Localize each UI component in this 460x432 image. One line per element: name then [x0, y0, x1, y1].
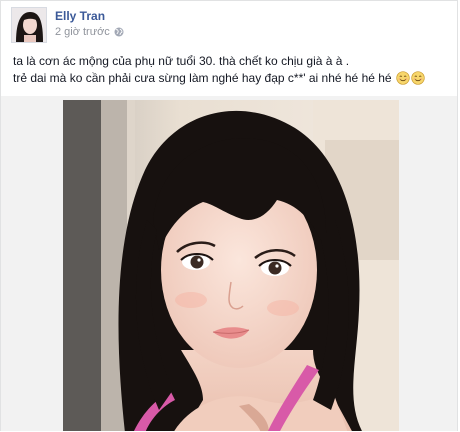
- post-text-line-2-content: trẻ dai mà ko cần phải cưa sừng làm nghé…: [13, 71, 392, 85]
- selfie-photo: [63, 100, 399, 431]
- post-photo-container: [1, 96, 457, 431]
- post-text-line-2: trẻ dai mà ko cần phải cưa sừng làm nghé…: [13, 70, 451, 87]
- smiling-face-icon: [411, 71, 425, 85]
- post-meta: Elly Tran 2 giờ trước: [55, 7, 124, 39]
- post-subline: 2 giờ trước: [55, 25, 124, 39]
- post-photo[interactable]: [63, 100, 399, 431]
- author-avatar[interactable]: [11, 7, 47, 43]
- author-name[interactable]: Elly Tran: [55, 9, 124, 24]
- post-timestamp[interactable]: 2 giờ trước: [55, 25, 110, 39]
- post-text: ta là cơn ác mộng của phụ nữ tuổi 30. th…: [13, 53, 451, 87]
- post-text-line-1: ta là cơn ác mộng của phụ nữ tuổi 30. th…: [13, 54, 350, 68]
- feed-post: Elly Tran 2 giờ trước ta là cơn ác mộng …: [0, 0, 458, 431]
- globe-icon[interactable]: [114, 27, 124, 37]
- avatar-image: [12, 8, 46, 42]
- smiling-face-icon: [396, 71, 410, 85]
- post-header: Elly Tran 2 giờ trước: [11, 7, 124, 43]
